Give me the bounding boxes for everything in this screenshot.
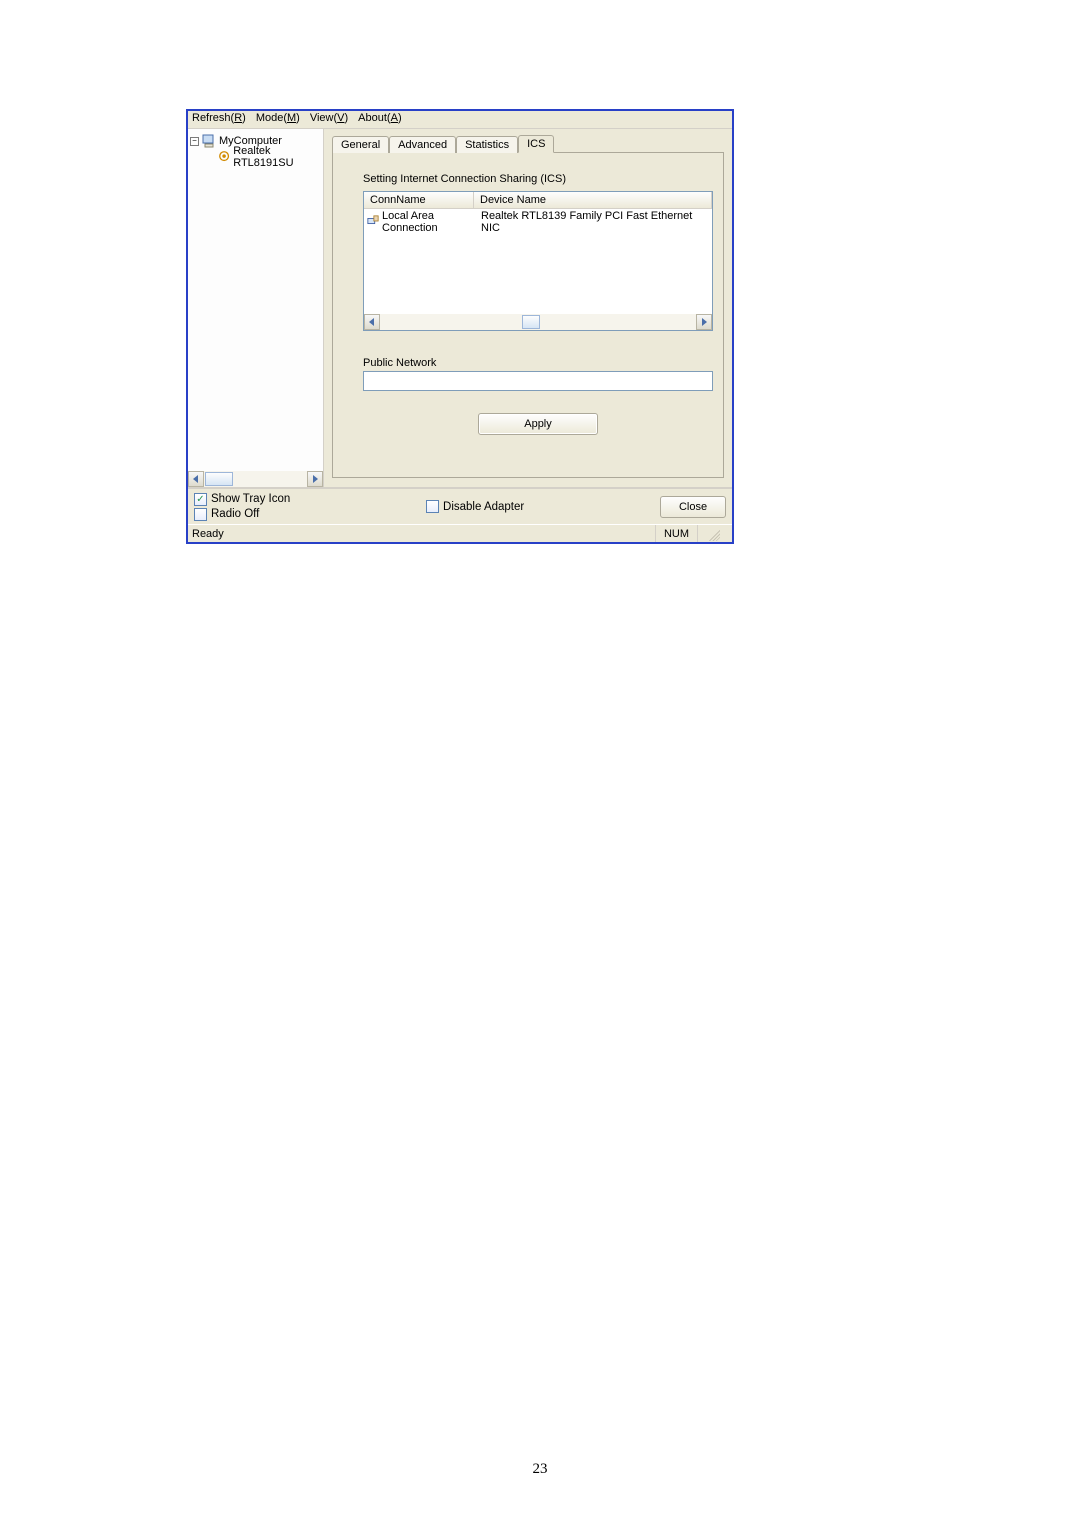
- checkbox-disable-adapter[interactable]: Disable Adapter: [426, 500, 524, 513]
- grip-icon: [706, 527, 720, 541]
- status-ready: Ready: [192, 528, 224, 540]
- checkbox-radio-off[interactable]: Radio Off: [194, 508, 290, 521]
- lv-scroll-thumb[interactable]: [522, 315, 540, 329]
- col-conn-name[interactable]: ConnName: [364, 192, 474, 208]
- tree-h-scrollbar[interactable]: [188, 471, 323, 487]
- apply-button[interactable]: Apply: [478, 413, 598, 435]
- menu-view[interactable]: View(V): [310, 112, 348, 128]
- cell-conn-name: Local Area Connection: [367, 210, 477, 234]
- network-icon: [367, 215, 379, 229]
- wireless-manager-window: Refresh(R) Mode(M) View(V) About(A) − My…: [186, 109, 734, 544]
- tab-statistics[interactable]: Statistics: [456, 136, 518, 153]
- scroll-right-button[interactable]: [307, 471, 323, 487]
- listview-header: ConnName Device Name: [364, 192, 712, 209]
- lv-scroll-right-button[interactable]: [696, 314, 712, 330]
- page-number: 23: [0, 1461, 1080, 1478]
- computer-icon: [202, 134, 216, 148]
- status-bar: Ready NUM: [188, 524, 732, 542]
- listview-body: Local Area Connection Realtek RTL8139 Fa…: [364, 209, 712, 314]
- public-network-label: Public Network: [363, 357, 713, 369]
- tab-ics[interactable]: ICS: [518, 135, 554, 153]
- checkbox-icon: ✓: [194, 493, 207, 506]
- checkbox-label: Disable Adapter: [443, 501, 524, 513]
- ics-section-title: Setting Internet Connection Sharing (ICS…: [363, 173, 713, 185]
- client-area: − MyComputer Realtek RTL8191SU: [188, 129, 732, 488]
- close-button[interactable]: Close: [660, 496, 726, 518]
- tree-adapter-item[interactable]: Realtek RTL8191SU: [190, 149, 321, 165]
- tree-adapter-label: Realtek RTL8191SU: [233, 145, 321, 169]
- connection-listview[interactable]: ConnName Device Name Local Area Connecti…: [363, 191, 713, 331]
- list-item[interactable]: Local Area Connection Realtek RTL8139 Fa…: [364, 209, 712, 235]
- checkbox-show-tray[interactable]: ✓ Show Tray Icon: [194, 493, 290, 506]
- cell-device-name: Realtek RTL8139 Family PCI Fast Ethernet…: [477, 210, 709, 234]
- checkbox-label: Show Tray Icon: [211, 493, 290, 505]
- menu-about[interactable]: About(A): [358, 112, 401, 128]
- tab-strip: General Advanced Statistics ICS: [332, 135, 724, 153]
- scroll-left-button[interactable]: [188, 471, 204, 487]
- checkbox-icon: [194, 508, 207, 521]
- resize-grip[interactable]: [697, 525, 728, 542]
- bottom-options-bar: ✓ Show Tray Icon Radio Off Disable Adapt…: [188, 488, 732, 524]
- menu-mode[interactable]: Mode(M): [256, 112, 300, 128]
- lv-scroll-track[interactable]: [380, 314, 696, 330]
- tab-general[interactable]: General: [332, 136, 389, 153]
- tab-advanced[interactable]: Advanced: [389, 136, 456, 153]
- scroll-thumb[interactable]: [205, 472, 233, 486]
- properties-panel: General Advanced Statistics ICS Setting …: [324, 129, 732, 487]
- lv-scroll-left-button[interactable]: [364, 314, 380, 330]
- public-network-combo[interactable]: [363, 371, 713, 391]
- status-num-lock: NUM: [655, 525, 697, 542]
- adapter-icon: [218, 150, 230, 164]
- col-device-name[interactable]: Device Name: [474, 192, 712, 208]
- menubar: Refresh(R) Mode(M) View(V) About(A): [188, 111, 732, 129]
- device-tree: − MyComputer Realtek RTL8191SU: [188, 129, 323, 471]
- ics-tab-content: Setting Internet Connection Sharing (ICS…: [332, 153, 724, 478]
- collapse-icon[interactable]: −: [190, 137, 199, 146]
- device-tree-panel: − MyComputer Realtek RTL8191SU: [188, 129, 324, 487]
- menu-refresh[interactable]: Refresh(R): [192, 112, 246, 128]
- listview-h-scrollbar[interactable]: [364, 314, 712, 330]
- checkbox-icon: [426, 500, 439, 513]
- scroll-track[interactable]: [204, 471, 307, 487]
- checkbox-label: Radio Off: [211, 508, 259, 520]
